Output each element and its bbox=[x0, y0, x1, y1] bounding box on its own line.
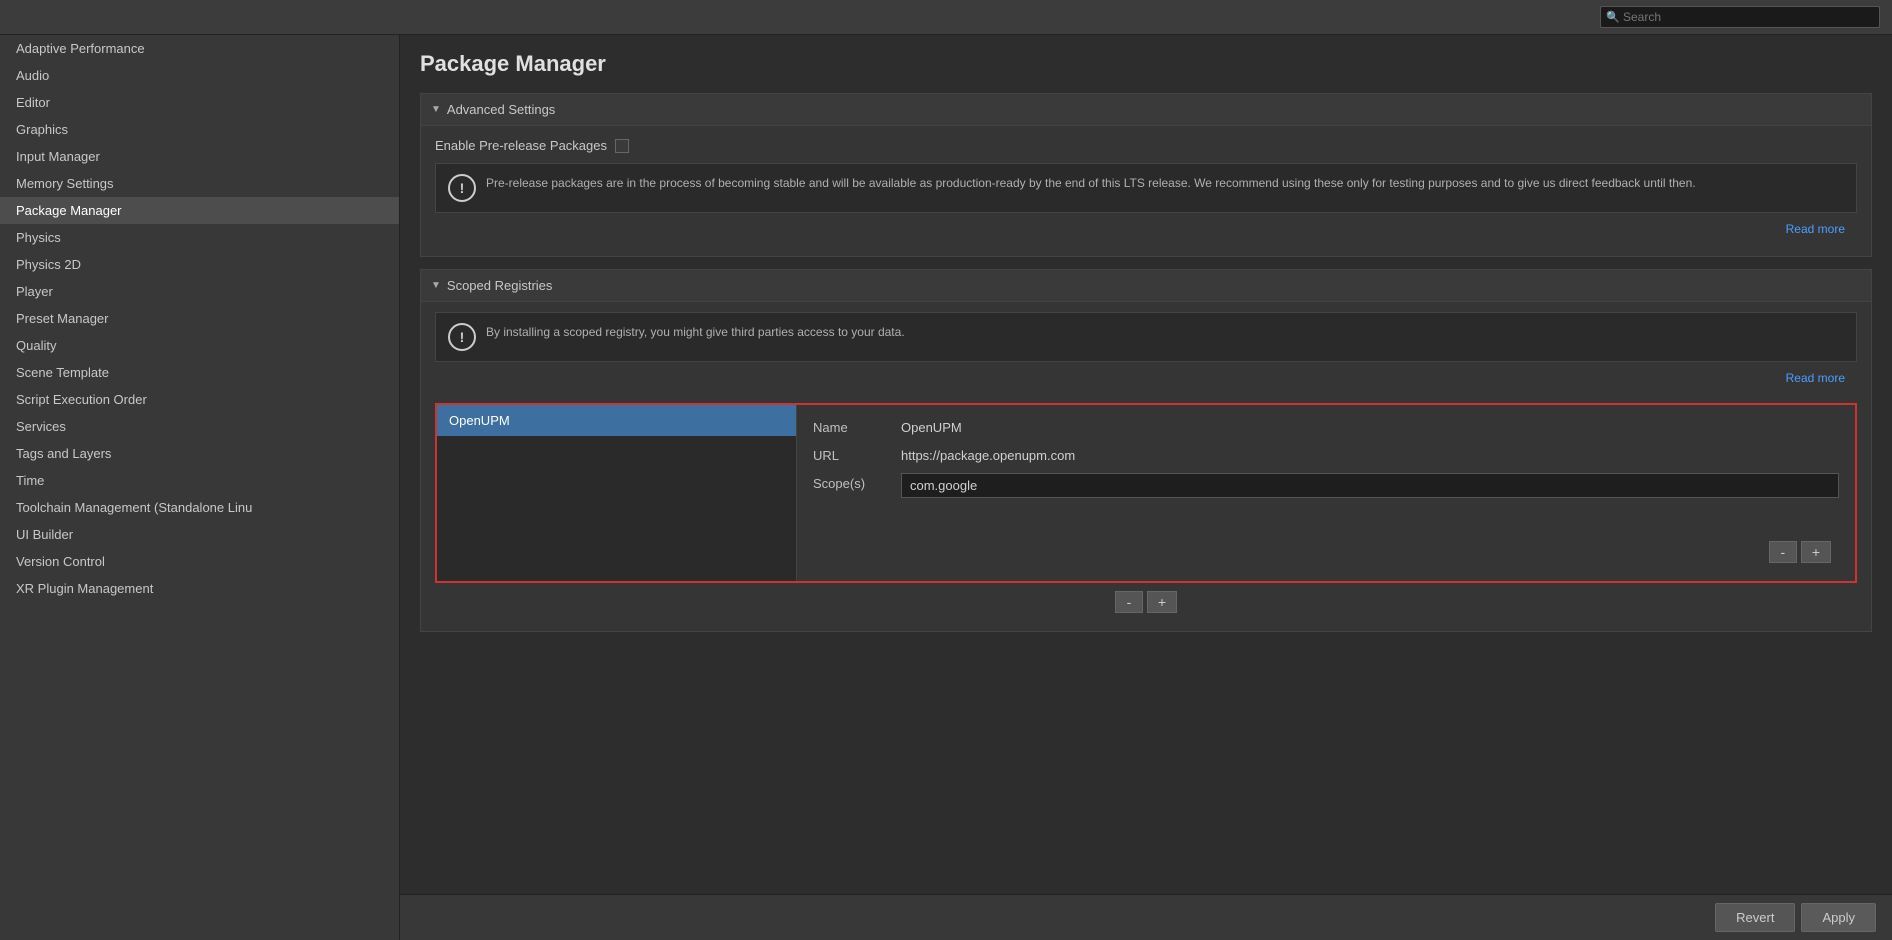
sidebar-item-version-control[interactable]: Version Control bbox=[0, 548, 399, 575]
advanced-settings-section: ▼ Advanced Settings Enable Pre-release P… bbox=[420, 93, 1872, 257]
advanced-settings-title: Advanced Settings bbox=[447, 102, 555, 117]
prerelease-info-text: Pre-release packages are in the process … bbox=[486, 174, 1844, 192]
revert-button[interactable]: Revert bbox=[1715, 903, 1795, 932]
field-label-url: URL bbox=[813, 445, 893, 463]
advanced-settings-header[interactable]: ▼ Advanced Settings bbox=[421, 94, 1871, 126]
sidebar-item-time[interactable]: Time bbox=[0, 467, 399, 494]
scope-input[interactable] bbox=[901, 473, 1839, 498]
scoped-info-icon: ! bbox=[448, 323, 476, 351]
sidebar-item-xr-plugin-management[interactable]: XR Plugin Management bbox=[0, 575, 399, 602]
sidebar-item-memory-settings[interactable]: Memory Settings bbox=[0, 170, 399, 197]
sidebar-item-audio[interactable]: Audio bbox=[0, 62, 399, 89]
top-bar: 🔍 bbox=[0, 0, 1892, 35]
list-add-button[interactable]: + bbox=[1147, 591, 1177, 613]
sidebar-item-player[interactable]: Player bbox=[0, 278, 399, 305]
scoped-info-box: ! By installing a scoped registry, you m… bbox=[435, 312, 1857, 362]
registry-list-item-openupm[interactable]: OpenUPM bbox=[437, 405, 796, 436]
sidebar: Adaptive PerformanceAudioEditorGraphicsI… bbox=[0, 35, 400, 940]
sidebar-item-package-manager[interactable]: Package Manager bbox=[0, 197, 399, 224]
prerelease-info-box: ! Pre-release packages are in the proces… bbox=[435, 163, 1857, 213]
field-row-url: URL https://package.openupm.com bbox=[813, 445, 1839, 463]
field-value-url: https://package.openupm.com bbox=[901, 445, 1839, 463]
sidebar-item-preset-manager[interactable]: Preset Manager bbox=[0, 305, 399, 332]
scoped-registries-section: ▼ Scoped Registries ! By installing a sc… bbox=[420, 269, 1872, 632]
registry-add-button[interactable]: + bbox=[1801, 541, 1831, 563]
sidebar-item-physics-2d[interactable]: Physics 2D bbox=[0, 251, 399, 278]
registry-detail: Name OpenUPM URL https://package.openupm… bbox=[797, 405, 1855, 581]
sidebar-item-quality[interactable]: Quality bbox=[0, 332, 399, 359]
scoped-read-more-link[interactable]: Read more bbox=[1786, 371, 1845, 385]
enable-prerelease-label: Enable Pre-release Packages bbox=[435, 138, 607, 153]
search-input[interactable] bbox=[1600, 6, 1880, 28]
field-label-name: Name bbox=[813, 417, 893, 435]
field-row-name: Name OpenUPM bbox=[813, 417, 1839, 435]
field-row-scope: Scope(s) bbox=[813, 473, 1839, 498]
sidebar-item-ui-builder[interactable]: UI Builder bbox=[0, 521, 399, 548]
registry-remove-button[interactable]: - bbox=[1769, 541, 1797, 563]
sidebar-item-script-execution-order[interactable]: Script Execution Order bbox=[0, 386, 399, 413]
search-wrapper: 🔍 bbox=[1600, 6, 1880, 28]
sidebar-item-physics[interactable]: Physics bbox=[0, 224, 399, 251]
sidebar-item-services[interactable]: Services bbox=[0, 413, 399, 440]
field-label-scope: Scope(s) bbox=[813, 473, 893, 491]
scoped-registries-header[interactable]: ▼ Scoped Registries bbox=[421, 270, 1871, 302]
registry-buttons: - + bbox=[813, 533, 1839, 569]
list-remove-button[interactable]: - bbox=[1115, 591, 1143, 613]
main-layout: Adaptive PerformanceAudioEditorGraphicsI… bbox=[0, 35, 1892, 940]
sidebar-item-editor[interactable]: Editor bbox=[0, 89, 399, 116]
registry-list: OpenUPM bbox=[437, 405, 797, 581]
advanced-read-more-link[interactable]: Read more bbox=[1786, 222, 1845, 236]
enable-prerelease-checkbox[interactable] bbox=[615, 139, 629, 153]
info-icon: ! bbox=[448, 174, 476, 202]
scoped-registries-arrow: ▼ bbox=[431, 280, 441, 291]
page-title: Package Manager bbox=[420, 51, 1872, 77]
scoped-info-text: By installing a scoped registry, you mig… bbox=[486, 323, 1844, 341]
field-value-name: OpenUPM bbox=[901, 417, 1839, 435]
footer: Revert Apply bbox=[400, 894, 1892, 940]
content-area: Package Manager ▼ Advanced Settings Enab… bbox=[400, 35, 1892, 940]
sidebar-item-input-manager[interactable]: Input Manager bbox=[0, 143, 399, 170]
apply-button[interactable]: Apply bbox=[1801, 903, 1876, 932]
advanced-settings-arrow: ▼ bbox=[431, 104, 441, 115]
advanced-read-more-row: Read more bbox=[435, 217, 1857, 244]
search-icon: 🔍 bbox=[1606, 11, 1620, 24]
sidebar-item-graphics[interactable]: Graphics bbox=[0, 116, 399, 143]
bottom-list-controls: - + bbox=[435, 583, 1857, 621]
scoped-registries-title: Scoped Registries bbox=[447, 278, 553, 293]
sidebar-item-tags-and-layers[interactable]: Tags and Layers bbox=[0, 440, 399, 467]
sidebar-item-toolchain-management[interactable]: Toolchain Management (Standalone Linu bbox=[0, 494, 399, 521]
scoped-read-more-row: Read more bbox=[435, 366, 1857, 393]
registry-container: OpenUPM Name OpenUPM URL bbox=[435, 403, 1857, 583]
sidebar-item-scene-template[interactable]: Scene Template bbox=[0, 359, 399, 386]
enable-prerelease-row: Enable Pre-release Packages bbox=[435, 138, 1857, 153]
sidebar-item-adaptive-performance[interactable]: Adaptive Performance bbox=[0, 35, 399, 62]
